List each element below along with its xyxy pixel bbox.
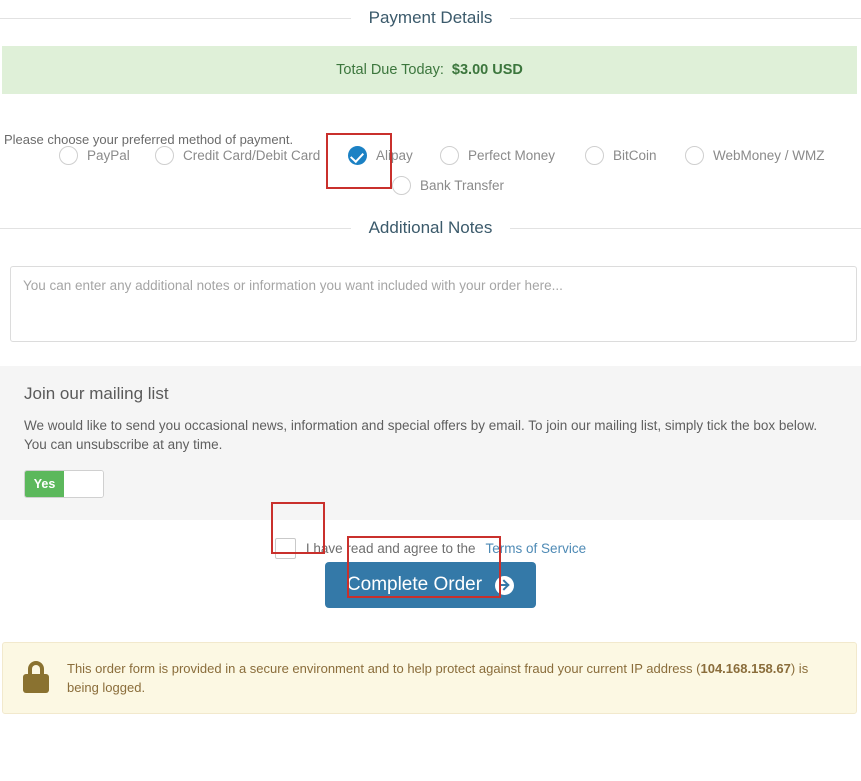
payment-method-credit-card[interactable]: Credit Card/Debit Card <box>155 146 320 165</box>
payment-method-perfect-money[interactable]: Perfect Money <box>440 146 555 165</box>
payment-method-webmoney[interactable]: WebMoney / WMZ <box>685 146 825 165</box>
terms-of-service-row: I have read and agree to the Terms of Se… <box>0 538 861 559</box>
payment-method-bank-transfer[interactable]: Bank Transfer <box>392 176 504 195</box>
submit-button-row: Complete Order <box>0 562 861 608</box>
payment-method-label: Credit Card/Debit Card <box>183 148 321 163</box>
payment-method-label: Perfect Money <box>468 148 556 163</box>
payment-methods-group: PayPal Credit Card/Debit Card Alipay Per… <box>0 146 861 208</box>
payment-details-title: Payment Details <box>368 8 493 27</box>
heading-rule-right <box>510 17 861 19</box>
radio-perfect-money[interactable] <box>440 146 459 165</box>
payment-method-paypal[interactable]: PayPal <box>59 146 130 165</box>
radio-paypal[interactable] <box>59 146 78 165</box>
secure-notice-prefix: This order form is provided in a secure … <box>67 661 701 676</box>
complete-order-label: Complete Order <box>346 574 483 595</box>
heading-rule-right <box>510 227 861 229</box>
terms-text: I have read and agree to the <box>305 541 476 556</box>
terms-checkbox[interactable] <box>274 538 296 559</box>
payment-details-heading: Payment Details <box>0 8 861 28</box>
heading-rule-left <box>0 17 351 19</box>
order-checkout-page: Payment Details Total Due Today: $3.00 US… <box>0 0 861 781</box>
arrow-circle-right-icon <box>495 575 515 595</box>
total-due-banner: Total Due Today: $3.00 USD <box>2 46 857 94</box>
radio-credit-card[interactable] <box>155 146 174 165</box>
toggle-on-label: Yes <box>25 471 64 497</box>
secure-notice-text: This order form is provided in a secure … <box>67 659 836 697</box>
additional-notes-title: Additional Notes <box>368 218 493 237</box>
radio-bitcoin[interactable] <box>585 146 604 165</box>
toggle-knob <box>64 471 103 497</box>
radio-webmoney[interactable] <box>685 146 704 165</box>
additional-notes-heading: Additional Notes <box>0 218 861 238</box>
mailing-list-toggle[interactable]: Yes <box>24 470 104 498</box>
total-due-label: Total Due Today: <box>336 62 444 78</box>
secure-notice-ip: 104.168.158.67 <box>700 661 791 676</box>
payment-method-label: BitCoin <box>613 148 657 163</box>
payment-method-bitcoin[interactable]: BitCoin <box>585 146 657 165</box>
mailing-list-heading: Join our mailing list <box>24 384 169 403</box>
heading-rule-left <box>0 227 351 229</box>
complete-order-button[interactable]: Complete Order <box>324 562 537 608</box>
payment-method-label: Alipay <box>376 148 413 163</box>
radio-alipay[interactable] <box>348 146 367 165</box>
lock-icon <box>23 661 49 693</box>
payment-method-label: Bank Transfer <box>420 178 505 193</box>
total-due-amount: $3.00 USD <box>451 62 523 78</box>
mailing-list-panel: Join our mailing list We would like to s… <box>0 366 861 520</box>
mailing-list-description: We would like to send you occasional new… <box>24 418 818 452</box>
radio-bank-transfer[interactable] <box>392 176 411 195</box>
lock-body <box>23 674 49 693</box>
payment-method-alipay[interactable]: Alipay <box>348 146 413 165</box>
terms-of-service-link[interactable]: Terms of Service <box>486 541 587 556</box>
secure-environment-notice: This order form is provided in a secure … <box>2 642 857 714</box>
payment-method-label: PayPal <box>87 148 130 163</box>
additional-notes-input[interactable] <box>10 266 857 342</box>
choose-method-label: Please choose your preferred method of p… <box>4 132 294 147</box>
payment-method-label: WebMoney / WMZ <box>713 148 825 163</box>
